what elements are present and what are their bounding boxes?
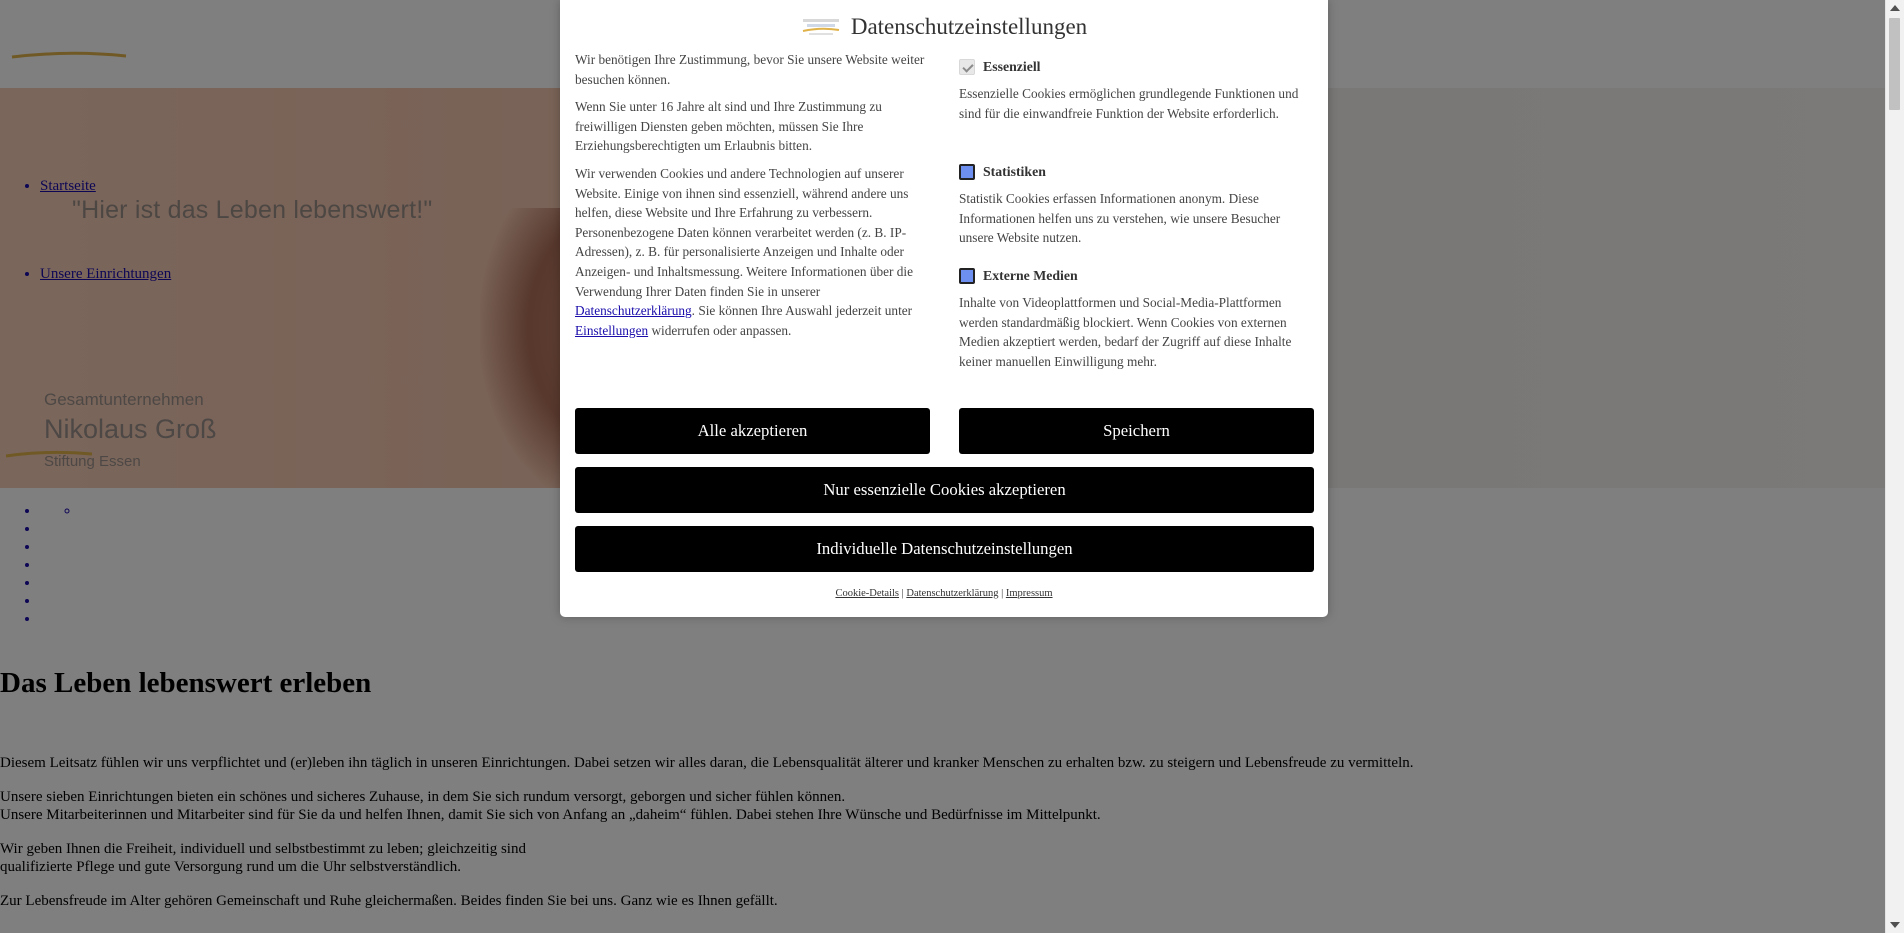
external-media-checkbox[interactable] (959, 268, 975, 284)
cookie-group-description: Inhalte von Videoplattformen und Social-… (959, 295, 1292, 369)
intro-text-part: widerrufen oder anpassen. (648, 322, 792, 338)
privacy-policy-link[interactable]: Datenschutzerklärung (575, 303, 692, 318)
privacy-settings-dialog: Datenschutzeinstellungen Wir benötigen I… (560, 0, 1328, 617)
scroll-up-icon[interactable] (1890, 5, 1900, 11)
imprint-link[interactable]: Impressum (1006, 588, 1053, 599)
cookie-group-label: Essenziell (983, 59, 1041, 75)
cookie-group-header: Essenziell (959, 57, 1314, 77)
cookie-group-header: Externe Medien (959, 266, 1314, 286)
dialog-logo-icon (801, 16, 841, 38)
dialog-intro: Wir benötigen Ihre Zustimmung, bevor Sie… (575, 50, 930, 348)
settings-link[interactable]: Einstellungen (575, 323, 648, 338)
intro-text-part: . Sie können Ihre Auswahl jederzeit unte… (691, 303, 913, 319)
individual-settings-button[interactable]: Individuelle Datenschutzeinstellungen (575, 526, 1314, 572)
cookie-group-label[interactable]: Statistiken (983, 162, 1046, 182)
cookie-group-header: Statistiken (959, 162, 1314, 182)
statistics-checkbox[interactable] (959, 164, 975, 180)
page-scrollbar[interactable] (1885, 0, 1904, 933)
scroll-down-icon[interactable] (1890, 922, 1900, 928)
cookie-group-essential: Essenziell Essenzielle Cookies ermöglich… (959, 57, 1314, 123)
intro-text: Wenn Sie unter 16 Jahre alt sind und Ihr… (575, 99, 882, 154)
dialog-title: Datenschutzeinstellungen (850, 14, 1088, 39)
save-button[interactable]: Speichern (959, 408, 1314, 454)
privacy-link[interactable]: Datenschutzerklärung (906, 588, 998, 599)
accept-all-button[interactable]: Alle akzeptieren (575, 408, 930, 454)
intro-text-part: Wir verwenden Cookies und andere Technol… (575, 165, 914, 299)
cookie-group-description: Essenzielle Cookies ermöglichen grundleg… (959, 86, 1299, 121)
link-separator: | (901, 588, 904, 599)
dialog-header: Datenschutzeinstellungen (560, 14, 1328, 40)
intro-text-cookies: Wir verwenden Cookies und andere Technol… (575, 164, 930, 340)
link-separator: | (1001, 588, 1004, 599)
cookie-group-label[interactable]: Externe Medien (983, 266, 1078, 286)
cookie-group-description: Statistik Cookies erfassen Informationen… (959, 191, 1281, 246)
accept-essential-button[interactable]: Nur essenzielle Cookies akzeptieren (575, 467, 1314, 513)
essential-checkbox (959, 59, 975, 75)
cookie-details-link[interactable]: Cookie-Details (835, 588, 899, 599)
scrollbar-thumb[interactable] (1889, 18, 1900, 110)
intro-text: Wir benötigen Ihre Zustimmung, bevor Sie… (575, 52, 925, 87)
dialog-footer-links: Cookie-Details | Datenschutzerklärung | … (560, 588, 1328, 599)
cookie-group-statistics: Statistiken Statistik Cookies erfassen I… (959, 162, 1314, 248)
cookie-group-external-media: Externe Medien Inhalte von Videoplattfor… (959, 266, 1314, 371)
